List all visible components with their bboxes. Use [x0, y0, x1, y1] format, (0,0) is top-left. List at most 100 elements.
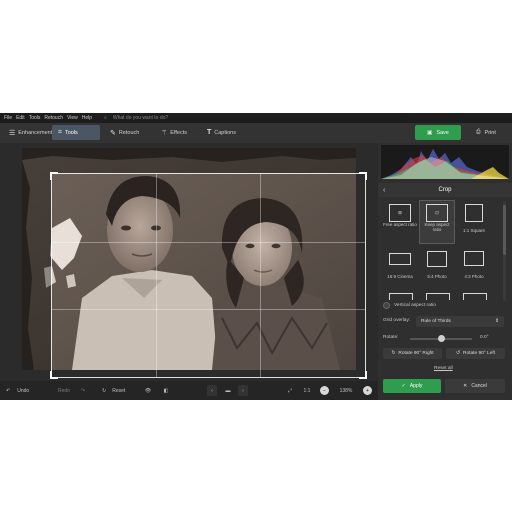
- close-icon: ✕: [463, 383, 468, 389]
- cancel-button[interactable]: ✕ Cancel: [445, 379, 505, 393]
- save-label: Save: [436, 129, 449, 136]
- preset-keep-aspect[interactable]: ⊡ Keep aspect ratio: [419, 200, 455, 244]
- panel-header: ‹ Crop: [378, 183, 512, 197]
- image-canvas[interactable]: [0, 143, 378, 379]
- tab-label: Tools: [64, 129, 78, 136]
- preset-more: [426, 293, 450, 300]
- save-button[interactable]: ▣ Save: [415, 125, 461, 140]
- apply-label: Apply: [409, 383, 423, 389]
- preview-eye-icon[interactable]: 👁: [143, 385, 153, 396]
- grid-overlay-label: Grid overlay:: [383, 318, 411, 323]
- grid-line: [52, 309, 365, 311]
- rotate-left-button[interactable]: ↺ Rotate 90° Left: [446, 348, 505, 359]
- undo-button[interactable]: ↶ Undo: [6, 385, 29, 396]
- grid-overlay-row: Grid overlay:: [383, 318, 410, 323]
- back-arrow-icon[interactable]: ‹: [383, 187, 385, 194]
- tab-captions[interactable]: T Captions: [201, 125, 242, 140]
- tab-label: Enhancement: [18, 129, 53, 136]
- preset-more: [389, 293, 413, 300]
- rotate-right-button[interactable]: ↻ Rotate 90° Right: [383, 348, 442, 359]
- rotate-value: 0.0°: [480, 335, 489, 340]
- tab-retouch[interactable]: ✎ Retouch: [104, 125, 145, 140]
- reset-icon: ↻: [102, 387, 107, 394]
- preset-4-3[interactable]: 4:3 Photo: [457, 247, 491, 289]
- presets-scrollbar[interactable]: [503, 201, 506, 301]
- panel-title: Crop: [438, 187, 452, 193]
- menu-file[interactable]: File: [4, 115, 12, 121]
- preset-label: Free aspect ratio: [383, 222, 417, 227]
- cancel-label: Cancel: [471, 383, 487, 389]
- crop-panel: ‹ Crop ⊠ Free aspect ratio ⊡ Keep aspect…: [378, 143, 512, 400]
- ratio-16-9-icon: [389, 253, 411, 265]
- preset-free-aspect[interactable]: ⊠ Free aspect ratio: [383, 201, 417, 243]
- undo-label: Undo: [17, 387, 30, 394]
- zoom-level: 138%: [339, 387, 353, 394]
- rotate-slider-thumb[interactable]: [438, 335, 445, 342]
- photo-area: [22, 148, 367, 379]
- text-icon: T: [207, 129, 212, 136]
- zoom-out-button[interactable]: −: [320, 386, 329, 395]
- apply-button[interactable]: ✓ Apply: [383, 379, 441, 393]
- preset-5-4[interactable]: 5:4 Photo: [420, 247, 454, 289]
- undo-icon: ↶: [6, 387, 11, 394]
- preset-label: 1:1 Square: [462, 228, 486, 233]
- sliders-icon: ☰: [9, 129, 16, 137]
- tab-label: Captions: [214, 129, 236, 136]
- vertical-aspect-row[interactable]: Vertical aspect ratio: [383, 302, 436, 309]
- actual-size-button[interactable]: 1:1: [302, 385, 312, 396]
- crop-handle[interactable]: [359, 371, 367, 379]
- brush-icon: ✎: [110, 129, 116, 137]
- square-icon: [465, 204, 483, 222]
- crop-handle[interactable]: [359, 172, 367, 180]
- magic-wand-icon: ⚚: [161, 129, 168, 137]
- fit-screen-icon[interactable]: ⤢: [285, 385, 295, 396]
- redo-button[interactable]: Redo ↷: [58, 385, 85, 396]
- tab-enhancement[interactable]: ☰ Enhancement: [3, 125, 58, 140]
- print-button[interactable]: ⎙ Print: [466, 125, 506, 140]
- scroll-thumb[interactable]: [503, 205, 506, 255]
- preset-16-9[interactable]: 16:9 Cinema: [383, 247, 417, 289]
- keep-aspect-icon: ⊡: [426, 204, 448, 222]
- zoom-in-button[interactable]: +: [363, 386, 372, 395]
- dropdown-arrow-icon: ⇕: [494, 319, 499, 324]
- menu-help[interactable]: Help: [82, 115, 92, 121]
- reset-all-label: Reset all: [434, 366, 453, 371]
- checkmark-icon: ✓: [401, 383, 406, 389]
- crop-icon: ⌗: [58, 128, 62, 136]
- menu-bar: File Edit Tools Retouch View Help ⌕ What…: [0, 113, 512, 123]
- grid-overlay-select[interactable]: Rule of Thirds ⇕: [416, 316, 504, 327]
- menu-view[interactable]: View: [67, 115, 78, 121]
- reset-button[interactable]: ↻ Reset: [102, 385, 125, 396]
- redo-icon: ↷: [80, 387, 86, 394]
- search-box[interactable]: ⌕ What do you want to do?: [100, 115, 168, 121]
- preset-label: 16:9 Cinema: [387, 274, 413, 279]
- menu-edit[interactable]: Edit: [16, 115, 25, 121]
- crop-handle[interactable]: [50, 172, 58, 180]
- tab-label: Retouch: [118, 129, 140, 136]
- printer-icon: ⎙: [476, 129, 481, 135]
- menu-retouch[interactable]: Retouch: [44, 115, 63, 121]
- crop-frame[interactable]: [50, 172, 367, 379]
- folder-icon[interactable]: ▬: [222, 385, 234, 396]
- menu-tools[interactable]: Tools: [29, 115, 41, 121]
- histogram: [381, 145, 509, 179]
- reset-label: Reset: [112, 387, 126, 394]
- save-icon: ▣: [427, 129, 433, 136]
- prev-image-button[interactable]: ‹: [207, 385, 217, 396]
- tab-effects[interactable]: ⚚ Effects: [155, 125, 193, 140]
- rotate-left-icon: ↺: [455, 351, 460, 356]
- preset-square[interactable]: 1:1 Square: [457, 201, 491, 243]
- grid-line: [156, 174, 158, 377]
- preset-label: 5:4 Photo: [427, 274, 447, 279]
- compare-icon[interactable]: ◧: [161, 385, 171, 396]
- vertical-aspect-toggle[interactable]: [383, 302, 390, 309]
- reset-all-link[interactable]: Reset all: [434, 366, 453, 371]
- grid-line: [52, 241, 365, 243]
- print-label: Print: [484, 129, 496, 136]
- crop-handle[interactable]: [50, 371, 58, 379]
- grid-line: [260, 174, 262, 377]
- next-image-button[interactable]: ›: [238, 385, 248, 396]
- tab-tools[interactable]: ⌗ Tools: [52, 125, 100, 140]
- rotate-value-text: 0.0°: [480, 335, 489, 340]
- ratio-5-4-icon: [427, 251, 447, 267]
